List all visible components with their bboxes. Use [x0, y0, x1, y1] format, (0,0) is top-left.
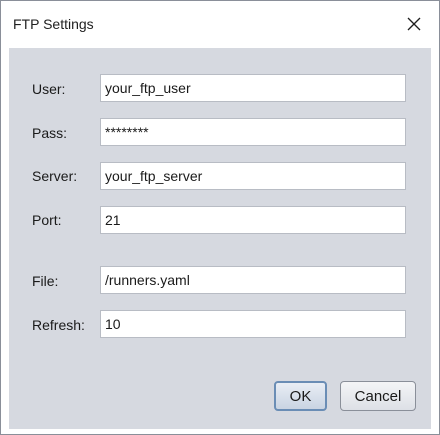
title-bar: FTP Settings	[1, 1, 439, 47]
refresh-label: Refresh:	[32, 317, 85, 333]
close-icon	[407, 17, 421, 31]
refresh-field[interactable]	[100, 310, 406, 338]
close-button[interactable]	[397, 9, 431, 39]
dialog-title: FTP Settings	[13, 16, 94, 32]
file-field[interactable]	[100, 266, 406, 294]
ok-button[interactable]: OK	[274, 381, 327, 411]
server-field[interactable]	[100, 162, 406, 190]
user-label: User:	[32, 81, 66, 97]
user-field[interactable]	[100, 74, 406, 102]
ftp-settings-dialog: FTP Settings User: Pass: Server: Port: F…	[0, 0, 440, 435]
server-label: Server:	[32, 168, 78, 184]
cancel-button[interactable]: Cancel	[340, 381, 416, 411]
file-label: File:	[32, 273, 59, 289]
settings-panel: User: Pass: Server: Port: File: Refresh:…	[9, 48, 431, 429]
port-label: Port:	[32, 212, 62, 228]
password-field[interactable]	[100, 118, 406, 146]
port-field[interactable]	[100, 206, 406, 234]
pass-label: Pass:	[32, 125, 68, 141]
